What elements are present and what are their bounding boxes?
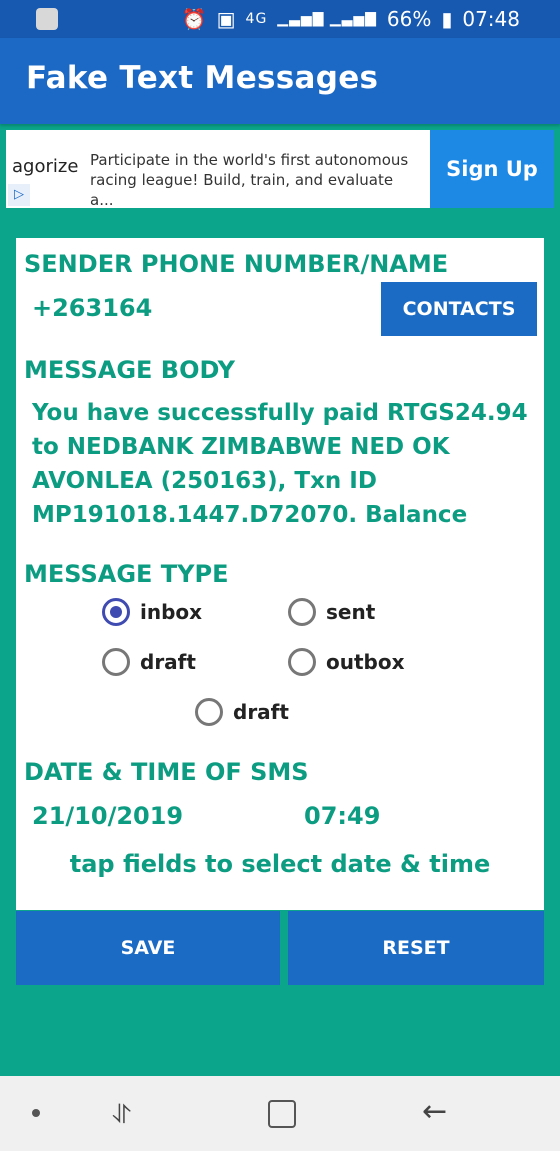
- time-field[interactable]: 07:49: [304, 802, 380, 830]
- app-title: Fake Text Messages: [26, 60, 379, 96]
- radio-inbox[interactable]: inbox: [102, 598, 202, 626]
- save-button[interactable]: SAVE: [16, 911, 280, 985]
- sim-icon: ▣: [216, 7, 236, 31]
- signal-icon: ▁▃▅▇ ▁▃▅▇: [277, 11, 377, 27]
- ad-banner[interactable]: agorize Participate in the world's first…: [6, 130, 554, 209]
- datetime-label: DATE & TIME OF SMS: [24, 758, 309, 786]
- radio-label: outbox: [326, 650, 405, 674]
- home-icon[interactable]: [268, 1100, 296, 1128]
- radio-label: draft: [140, 650, 196, 674]
- recent-apps-icon[interactable]: ⥯: [112, 1100, 131, 1131]
- radio-draft-2[interactable]: draft: [195, 698, 289, 726]
- battery-icon: ▮: [441, 7, 453, 31]
- message-body-label: MESSAGE BODY: [24, 356, 236, 384]
- contacts-button[interactable]: CONTACTS: [381, 282, 537, 336]
- datetime-hint: tap fields to select date & time: [69, 850, 491, 878]
- radio-label: draft: [233, 700, 289, 724]
- radio-button-icon[interactable]: [102, 648, 130, 676]
- radio-button-icon[interactable]: [195, 698, 223, 726]
- radio-button-icon[interactable]: [102, 598, 130, 626]
- status-bar: ⏰ ▣ 4G ▁▃▅▇ ▁▃▅▇ 66% ▮ 07:48: [0, 0, 560, 38]
- ad-text: Participate in the world's first autonom…: [90, 151, 409, 209]
- radio-label: inbox: [140, 600, 203, 624]
- adchoices-icon[interactable]: ▷: [8, 184, 30, 206]
- reset-button[interactable]: RESET: [288, 911, 544, 985]
- radio-button-icon[interactable]: [288, 598, 316, 626]
- radio-button-icon[interactable]: [288, 648, 316, 676]
- message-body-input[interactable]: You have successfully paid RTGS24.94 to …: [32, 396, 540, 532]
- battery-percent: 66%: [386, 7, 432, 31]
- radio-outbox[interactable]: outbox: [288, 648, 405, 676]
- clock: 07:48: [462, 7, 520, 31]
- sender-input[interactable]: +263164: [32, 294, 152, 322]
- message-type-label: MESSAGE TYPE: [24, 560, 229, 588]
- navigation-bar: ⥯ ←: [0, 1076, 560, 1151]
- ad-signup-button[interactable]: Sign Up: [430, 130, 554, 208]
- status-icons: ⏰ ▣ 4G ▁▃▅▇ ▁▃▅▇ 66% ▮ 07:48: [182, 6, 520, 32]
- network-type: 4G: [245, 11, 268, 27]
- radio-sent[interactable]: sent: [288, 598, 375, 626]
- ad-brand-logo: agorize: [12, 156, 79, 177]
- radio-draft[interactable]: draft: [102, 648, 196, 676]
- nav-dot-icon[interactable]: [32, 1109, 40, 1117]
- back-icon[interactable]: ←: [422, 1094, 447, 1129]
- message-form: SENDER PHONE NUMBER/NAME +263164 CONTACT…: [16, 238, 544, 910]
- bible-app-icon: [36, 8, 58, 30]
- date-field[interactable]: 21/10/2019: [32, 802, 183, 830]
- radio-label: sent: [326, 600, 376, 624]
- alarm-icon: ⏰: [181, 7, 207, 31]
- app-bar: Fake Text Messages: [0, 38, 560, 124]
- sender-label: SENDER PHONE NUMBER/NAME: [24, 250, 449, 278]
